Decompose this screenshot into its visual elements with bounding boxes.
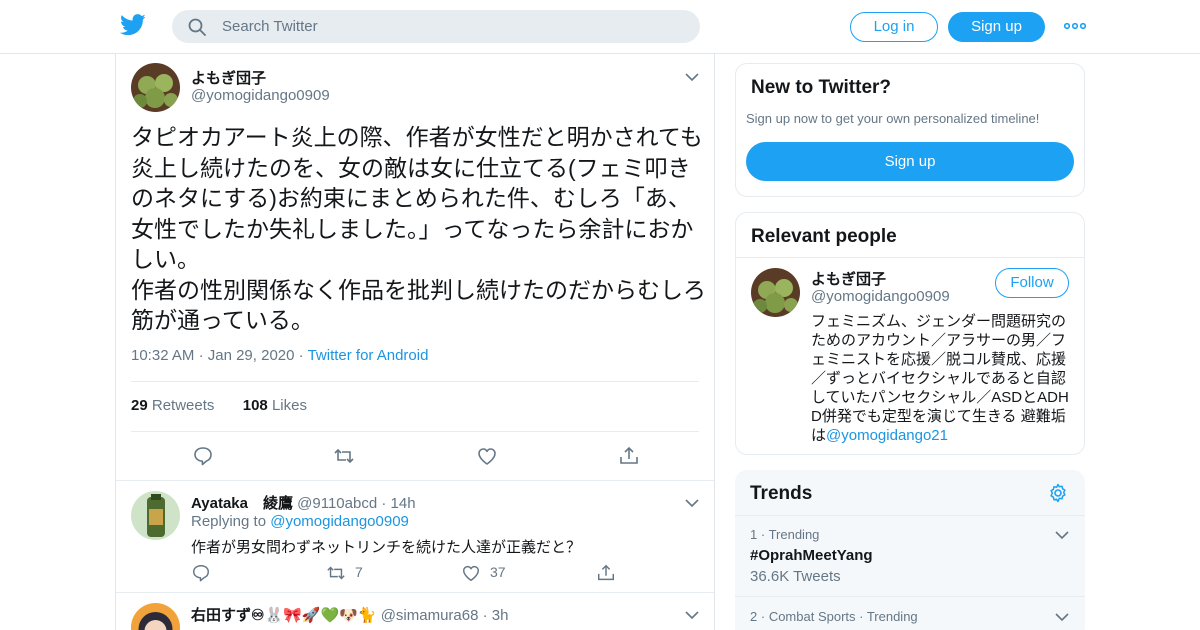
bio-text: フェミニズム、ジェンダー問題研究のためのアカウント／アラサーの男／フェミニストを… [811,313,1069,444]
like-heart-icon[interactable] [476,445,498,467]
reply-author-name[interactable]: Ayataka 綾鷹 [191,495,293,512]
reply-text: 作者が男女問わずネットリンチを続けた人達が正義だと？ [191,539,582,556]
person-name[interactable]: よもぎ団子 [811,268,886,289]
replying-to: Replying to @yomogidango0909 [191,513,409,530]
reply-author-handle[interactable]: @9110abcd [297,495,377,512]
tweet-time[interactable]: 10:32 AM [131,347,194,364]
avatar[interactable] [131,603,180,630]
person-bio: フェミニズム、ジェンダー問題研究のためのアカウント／アラサーの男／フェミニストを… [811,312,1073,445]
likes-count: 108 [242,397,268,414]
trend-rank: 1 [750,527,758,542]
meta-separator: · [198,347,208,364]
meta-separator: · [298,347,308,364]
reply-header: 右田すず♾🐰🎀🚀💚🐶🐈 @simamura68 · 3h [191,604,508,625]
like-heart-icon[interactable] [461,563,481,583]
reply-time[interactable]: 14h [391,495,416,512]
tweet-timestamp: 10:32 AM · Jan 29, 2020 · Twitter for An… [131,347,428,364]
meta-separator: · [760,609,769,624]
follow-button[interactable]: Follow [995,268,1069,298]
tweet-stats: 29 Retweets 108 Likes [131,397,307,414]
reply-icon[interactable] [191,563,211,583]
search-icon [188,18,206,36]
relevant-people-card: Relevant people よもぎ団子 @yomogidango0909 F… [735,212,1085,455]
reply-header: Ayataka 綾鷹 @9110abcd · 14h [191,492,416,513]
replying-to-link[interactable]: @yomogidango0909 [270,513,409,530]
meta-separator: · [760,527,769,542]
likes-label: Likes [271,397,307,414]
avatar[interactable] [131,63,180,112]
meta-separator: · [482,607,488,624]
trend-context: 2 · Combat Sports · Trending [750,609,918,624]
search-input[interactable] [222,10,682,43]
share-icon[interactable] [596,563,616,583]
trend-tweet-count: 36.6K Tweets [750,568,841,585]
author-name[interactable]: よもぎ団子 [191,67,266,88]
avatar-image [131,603,180,630]
trends-card: Trends 1 · Trending #OprahMeetYang 36.6K… [735,470,1085,630]
likes-stat[interactable]: 108 Likes [243,397,307,414]
divider [736,257,1084,258]
card-title: Relevant people [751,226,897,247]
tweet-column: よもぎ団子 @yomogidango0909 タピオカアート炎上の際、作者が女性… [115,54,715,630]
avatar-image [131,63,180,112]
person-handle[interactable]: @yomogidango0909 [811,288,950,305]
like-count: 37 [490,564,506,580]
divider [131,431,699,432]
new-to-twitter-card: New to Twitter? Sign up now to get your … [735,63,1085,197]
chevron-down-icon[interactable] [1055,612,1069,622]
chevron-down-icon[interactable] [685,610,699,620]
bio-link[interactable]: @yomogidango21 [826,427,948,444]
trend-rank: 2 [750,609,758,624]
login-button[interactable]: Log in [850,12,938,42]
retweets-count: 29 [131,397,148,414]
retweet-count: 7 [355,564,363,580]
tweet-source-link[interactable]: Twitter for Android [308,347,429,364]
divider [735,596,1085,597]
avatar[interactable] [131,491,180,540]
reply-icon[interactable] [192,445,214,467]
retweets-stat[interactable]: 29 Retweets [131,397,214,414]
reply-author-handle[interactable]: @simamura68 [381,607,479,624]
card-title: Trends [750,483,813,504]
chevron-down-icon[interactable] [685,72,699,82]
share-icon[interactable] [618,445,640,467]
retweet-icon[interactable] [326,563,346,583]
signup-button[interactable]: Sign up [948,12,1045,42]
gear-icon[interactable] [1048,483,1068,503]
meta-separator: · [381,495,387,512]
trend-context: 1 · Trending [750,527,819,542]
replying-label: Replying to [191,513,267,530]
divider [735,515,1085,516]
more-icon[interactable] [1064,18,1086,34]
avatar-image [131,491,180,540]
card-title: New to Twitter? [751,77,892,98]
tweet-date[interactable]: Jan 29, 2020 [208,347,295,364]
reply-time[interactable]: 3h [492,607,509,624]
avatar-image [751,268,800,317]
reply-author-name[interactable]: 右田すず♾🐰🎀🚀💚🐶🐈 [191,607,377,624]
reply-tweet[interactable]: Ayataka 綾鷹 @9110abcd · 14h Replying to @… [116,480,714,592]
trend-name[interactable]: #OprahMeetYang [750,547,873,564]
top-navigation-bar: Log in Sign up [0,0,1200,54]
retweets-label: Retweets [151,397,215,414]
chevron-down-icon[interactable] [1055,530,1069,540]
retweet-icon[interactable] [333,445,355,467]
card-subtitle: Sign up now to get your own personalized… [746,111,1040,126]
twitter-bird-icon[interactable] [120,14,146,36]
chevron-down-icon[interactable] [685,498,699,508]
tweet-text: タピオカアート炎上の際、作者が女性だと明かされても炎上し続けたのを、女の敵は女に… [131,124,706,333]
signup-button[interactable]: Sign up [746,142,1074,181]
search-box[interactable] [172,10,700,43]
divider [131,381,699,382]
author-handle[interactable]: @yomogidango0909 [191,87,330,104]
trend-label: Combat Sports · Trending [768,609,918,624]
avatar[interactable] [751,268,800,317]
trend-label: Trending [768,527,820,542]
reply-tweet[interactable]: 右田すず♾🐰🎀🚀💚🐶🐈 @simamura68 · 3h [116,592,714,630]
